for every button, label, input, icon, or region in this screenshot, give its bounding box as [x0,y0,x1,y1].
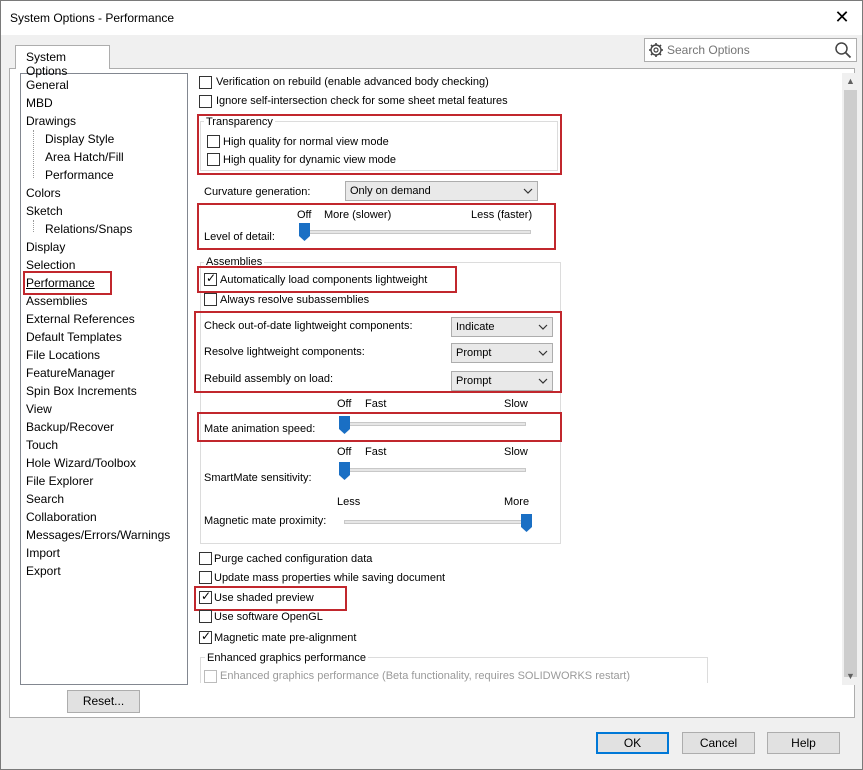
tree-item[interactable]: General [26,76,69,94]
chevron-down-icon [523,188,533,194]
verification-checkbox[interactable] [199,76,212,89]
mate-anim-tick-fast: Fast [365,398,387,410]
smartmate-slider-thumb[interactable] [338,462,350,480]
ignore-self-intersection-label: Ignore self-intersection check for some … [216,95,508,107]
tree-item[interactable]: Colors [26,184,61,202]
magnetic-prealign-label: Magnetic mate pre-alignment [214,632,357,644]
tree-item[interactable]: FeatureManager [26,364,115,382]
smartmate-tick-fast: Fast [365,446,387,458]
search-box[interactable] [644,38,857,62]
smartmate-tick-off: Off [337,446,352,458]
tree-item[interactable]: Drawings [26,112,76,130]
scroll-up-icon[interactable]: ▲ [842,73,859,90]
highlight-auto-load [197,266,457,293]
tree-item[interactable]: Display Style [45,130,114,148]
update-mass-checkbox[interactable] [199,571,212,584]
always-resolve-checkbox[interactable] [204,293,217,306]
curvature-label: Curvature generation: [204,186,311,198]
proximity-tick-less: Less [337,496,361,508]
tree-item[interactable]: View [26,400,52,418]
tree-item[interactable]: File Locations [26,346,100,364]
enhanced-graphics-label: Enhanced graphics performance (Beta func… [220,670,631,682]
cancel-button[interactable]: Cancel [682,732,755,754]
smartmate-tick-slow: Slow [504,446,528,458]
performance-panel: Verification on rebuild (enable advanced… [191,73,841,683]
tree-item[interactable]: Performance [45,166,114,184]
smartmate-slider-track[interactable] [344,468,526,472]
tree-item[interactable]: Search [26,490,64,508]
tree-item[interactable]: Touch [26,436,58,454]
scroll-thumb[interactable] [844,90,857,677]
curvature-select[interactable]: Only on demand [345,181,538,201]
tree-item[interactable]: Performance [23,271,112,295]
proximity-tick-more: More [504,496,530,508]
tree-item[interactable]: Import [26,544,60,562]
verification-label: Verification on rebuild (enable advanced… [216,76,489,88]
tab-label: System Options [26,50,68,78]
smartmate-label: SmartMate sensitivity: [204,472,312,484]
highlight-lightweight-settings [194,311,562,393]
magnetic-proximity-slider-thumb[interactable] [520,514,532,532]
reset-button[interactable]: Reset... [67,690,140,713]
tree-item[interactable]: Backup/Recover [26,418,114,436]
tree-item[interactable]: File Explorer [26,472,93,490]
software-opengl-label: Use software OpenGL [214,611,323,623]
magnetic-prealign-checkbox[interactable] [199,629,212,644]
tree-item[interactable]: Spin Box Increments [26,382,137,400]
tree-item[interactable]: Display [26,238,65,256]
title-bar: System Options - Performance ✕ [1,1,862,35]
always-resolve-label: Always resolve subassemblies [220,294,370,306]
mate-anim-tick-off: Off [337,398,352,410]
panel-scrollbar[interactable]: ▲ ▼ [842,73,859,685]
tree-item[interactable]: Hole Wizard/Toolbox [26,454,136,472]
tree-connector [33,130,34,178]
tree-item[interactable]: Collaboration [26,508,97,526]
scroll-down-icon[interactable]: ▼ [842,668,859,685]
highlight-shaded-preview [194,586,347,611]
system-options-dialog: System Options - Performance ✕ System Op… [0,0,863,770]
search-input[interactable] [667,41,832,59]
software-opengl-checkbox[interactable] [199,610,212,623]
highlight-transparency [197,114,562,175]
close-icon[interactable]: ✕ [832,6,852,28]
options-tree: General MBD Drawings Display Style Area Hatc… [20,73,188,685]
search-icon[interactable] [834,41,852,59]
tree-item[interactable]: Messages/Errors/Warnings [26,526,170,544]
tree-item[interactable]: MBD [26,94,53,112]
tree-item[interactable]: Area Hatch/Fill [45,148,124,166]
highlight-level-of-detail [197,203,556,250]
tree-item[interactable]: Relations/Snaps [45,220,132,238]
tree-item[interactable]: Default Templates [26,328,122,346]
tree-item[interactable]: Sketch [26,202,63,220]
update-mass-label: Update mass properties while saving docu… [214,572,446,584]
tree-item[interactable]: Assemblies [26,292,87,310]
magnetic-proximity-slider-track[interactable] [344,520,526,524]
magnetic-proximity-label: Magnetic mate proximity: [204,515,327,527]
purge-cached-label: Purge cached configuration data [214,553,373,565]
enhanced-graphics-checkbox[interactable] [204,670,217,683]
ignore-self-intersection-checkbox[interactable] [199,95,212,108]
purge-cached-checkbox[interactable] [199,552,212,565]
gear-icon[interactable] [648,42,664,58]
window-title: System Options - Performance [10,11,175,25]
tree-item[interactable]: Selection [26,256,75,274]
enhanced-graphics-title: Enhanced graphics performance [205,651,368,665]
ok-button[interactable]: OK [596,732,669,754]
tree-item[interactable]: External References [26,310,135,328]
tab-system-options[interactable]: System Options [15,45,110,78]
tree-connector [33,220,34,232]
help-button[interactable]: Help [767,732,840,754]
tree-item[interactable]: Export [26,562,61,580]
highlight-mate-animation [197,412,562,442]
mate-anim-tick-slow: Slow [504,398,528,410]
curvature-value: Only on demand [350,185,431,197]
